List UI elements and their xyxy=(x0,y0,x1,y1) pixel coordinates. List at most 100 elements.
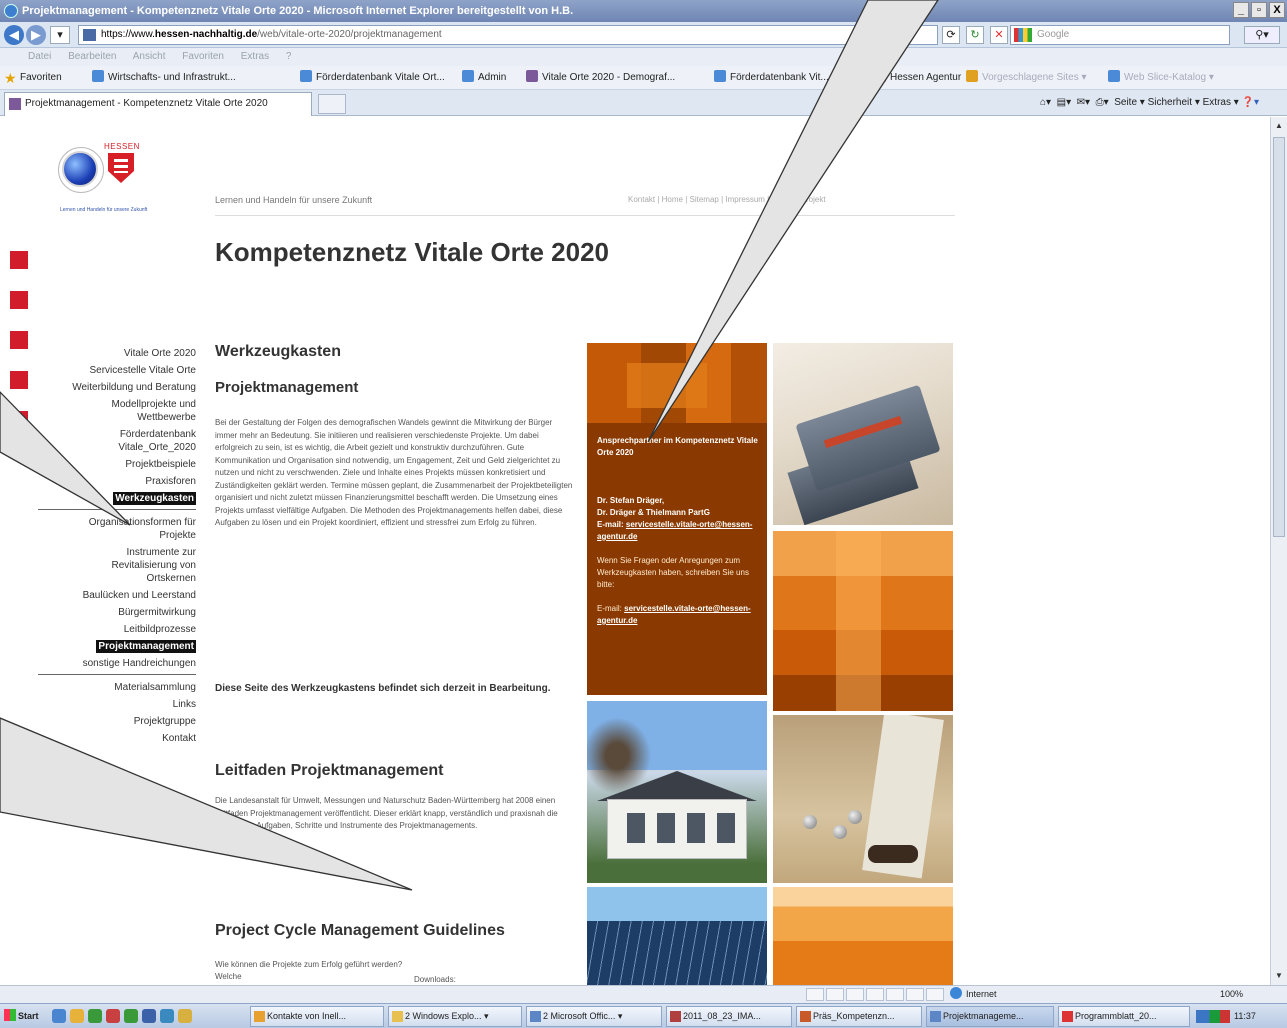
refresh-icon[interactable]: ⟳ xyxy=(942,26,960,44)
document-icon xyxy=(670,1011,681,1022)
favorite-item[interactable]: Förderdatenbank Vitale Ort... xyxy=(300,66,445,89)
suggested-sites-icon xyxy=(966,70,978,82)
sidebar-item-werkzeugkasten[interactable]: Werkzeugkasten xyxy=(113,492,196,505)
close-button[interactable]: X xyxy=(1269,2,1285,18)
status-note: Diese Seite des Werkzeugkastens befindet… xyxy=(215,683,551,694)
taskbar-button[interactable]: 2011_08_23_IMA... xyxy=(666,1006,792,1027)
window-titlebar: Projektmanagement - Kompetenznetz Vitale… xyxy=(0,0,1287,22)
feeds-icon[interactable]: ▤▾ xyxy=(1057,97,1071,108)
quicklaunch-icon[interactable] xyxy=(178,1009,192,1023)
favorites-star-icon[interactable]: ★ xyxy=(4,71,17,85)
sidebar-item-bauluecken[interactable]: Baulücken und Leerstand xyxy=(30,589,196,602)
scroll-down-icon[interactable]: ▼ xyxy=(1273,969,1285,983)
contact-box: Ansprechpartner im Kompetenznetz Vitale … xyxy=(587,343,767,695)
favorite-item[interactable]: Vorgeschlagene Sites ▾ xyxy=(966,66,1087,89)
sidebar-item-kontakt[interactable]: Kontakt xyxy=(30,732,196,745)
contact-heading: Ansprechpartner im Kompetenznetz Vitale … xyxy=(597,436,758,457)
favorite-item[interactable]: Förderdatenbank Vit... xyxy=(714,66,829,89)
help-icon[interactable]: ❓▾ xyxy=(1242,97,1259,108)
quicklaunch-icon[interactable] xyxy=(52,1009,66,1023)
maximize-button[interactable]: ▫ xyxy=(1251,2,1267,18)
taskbar-button[interactable]: 2 Microsoft Offic... ▾ xyxy=(526,1006,662,1027)
sidebar-item-weiterbildung[interactable]: Weiterbildung und Beratung xyxy=(30,381,196,394)
address-bar[interactable]: https://www.hessen-nachhaltig.de/web/vit… xyxy=(78,25,938,45)
sidebar-item-servicestelle[interactable]: Servicestelle Vitale Orte xyxy=(30,364,196,377)
contact-email2-line: E-mail: servicestelle.vitale-orte@hessen… xyxy=(597,604,751,625)
favorites-button[interactable]: Favoriten xyxy=(20,66,62,89)
security-zone[interactable]: Internet xyxy=(950,986,997,1003)
menu-bar[interactable]: Datei Bearbeiten Ansicht Favoriten Extra… xyxy=(0,48,1287,66)
quicklaunch-icon[interactable] xyxy=(124,1009,138,1023)
orange-mosaic-image xyxy=(587,343,767,423)
orange-mosaic-image xyxy=(773,531,953,711)
favorite-item[interactable]: Vitale Orte 2020 - Demograf... xyxy=(526,66,675,89)
home-icon[interactable]: ⌂▾ xyxy=(1040,97,1051,108)
zoom-level[interactable]: 100% xyxy=(1220,986,1243,1003)
top-navigation[interactable]: Kontakt | Home | Sitemap | Impressum | S… xyxy=(628,195,826,204)
status-segment xyxy=(886,988,904,1001)
sidebar-item-praxisforen[interactable]: Praxisforen xyxy=(30,475,196,488)
dropdown-history-icon[interactable]: ▾ xyxy=(50,26,70,44)
contacts-icon xyxy=(254,1011,265,1022)
sidebar-item-instrumente[interactable]: Instrumente zur Revitalisierung von Orts… xyxy=(30,546,197,585)
sidebar-item-organisationsformen[interactable]: Organisationsformen für Projekte xyxy=(30,516,196,542)
sidebar-item-leitbildprozesse[interactable]: Leitbildprozesse xyxy=(30,623,196,636)
sidebar-item-projektgruppe[interactable]: Projektgruppe xyxy=(30,715,196,728)
stop-icon[interactable]: ✕ xyxy=(990,26,1008,44)
tab-active[interactable]: Projektmanagement - Kompetenznetz Vitale… xyxy=(4,92,312,116)
quicklaunch-icon[interactable] xyxy=(70,1009,84,1023)
system-tray-icons[interactable] xyxy=(1196,1010,1230,1023)
leitfaden-paragraph: Die Landesanstalt für Umwelt, Messungen … xyxy=(215,795,575,845)
vertical-scrollbar[interactable]: ▲ ▼ xyxy=(1270,117,1287,985)
toolbox-photo xyxy=(773,343,953,525)
command-bar[interactable]: ⌂▾ ▤▾ ✉▾ ⎙▾ Seite ▾ Sicherheit ▾ Extras … xyxy=(1040,90,1259,116)
sidebar-item-vitale-orte[interactable]: Vitale Orte 2020 xyxy=(30,347,196,360)
favorite-item[interactable]: Web Slice-Katalog ▾ xyxy=(1108,66,1214,89)
print-icon[interactable]: ⎙▾ xyxy=(1096,97,1109,108)
window-title: Projektmanagement - Kompetenznetz Vitale… xyxy=(22,5,574,17)
leitfaden-link[interactable]: zum Leitfaden xyxy=(227,834,277,843)
forward-arrow-icon[interactable]: ▶ xyxy=(26,25,46,45)
status-segment xyxy=(826,988,844,1001)
back-arrow-icon[interactable]: ◀ xyxy=(4,25,24,45)
quicklaunch-icon[interactable] xyxy=(160,1009,174,1023)
sidebar-item-links[interactable]: Links xyxy=(30,698,196,711)
sidebar-item-projektbeispiele[interactable]: Projektbeispiele xyxy=(30,458,196,471)
globe-logo-icon[interactable] xyxy=(58,147,104,193)
taskbar-button[interactable]: Präs_Kompetenzn... xyxy=(796,1006,922,1027)
taskbar-button[interactable]: 2 Windows Explo... ▾ xyxy=(388,1006,522,1027)
scroll-up-icon[interactable]: ▲ xyxy=(1273,119,1285,133)
sidebar-item-foerderdatenbank[interactable]: Förderdatenbank Vitale_Orte_2020 xyxy=(30,428,196,454)
office-icon xyxy=(530,1011,541,1022)
sidebar-item-projektmanagement[interactable]: Projektmanagement xyxy=(96,640,196,653)
sidebar-item-handreichungen[interactable]: sonstige Handreichungen xyxy=(30,657,196,670)
sidebar-item-buergermitwirkung[interactable]: Bürgermitwirkung xyxy=(30,606,196,619)
sidebar-item-modellprojekte[interactable]: Modellprojekte und Wettbewerbe xyxy=(30,398,197,424)
favorite-item[interactable]: Wirtschafts- und Infrastrukt... xyxy=(92,66,236,89)
page-title: Kompetenznetz Vitale Orte 2020 xyxy=(215,237,609,267)
compatibility-icon[interactable]: ↻ xyxy=(966,26,984,44)
favorite-item[interactable]: Hessen Agentur xyxy=(874,66,961,89)
new-tab-button[interactable] xyxy=(318,94,346,114)
quicklaunch-icon[interactable] xyxy=(88,1009,102,1023)
quicklaunch-icon[interactable] xyxy=(142,1009,156,1023)
taskbar-button-active[interactable]: Projektmanageme... xyxy=(926,1006,1054,1027)
taskbar-button[interactable]: Kontakte von Inell... xyxy=(250,1006,384,1027)
mail-icon[interactable]: ✉▾ xyxy=(1077,97,1090,108)
command-menus[interactable]: Seite ▾ Sicherheit ▾ Extras ▾ xyxy=(1114,97,1239,108)
sidebar-item-materialsammlung[interactable]: Materialsammlung xyxy=(30,681,196,694)
taskbar-button[interactable]: Programmblatt_20... xyxy=(1058,1006,1190,1027)
minimize-button[interactable]: _ xyxy=(1233,2,1249,18)
search-button[interactable]: ⚲▾ xyxy=(1244,26,1280,44)
link-prefix: >> xyxy=(215,833,227,843)
url-prefix: https://www. xyxy=(101,29,155,40)
pdf-icon xyxy=(1062,1011,1073,1022)
ie-icon xyxy=(4,4,18,18)
solar-panel-photo xyxy=(587,887,767,985)
start-button[interactable]: Start xyxy=(2,1006,40,1027)
quicklaunch-icon[interactable] xyxy=(106,1009,120,1023)
clock[interactable]: 11:37 xyxy=(1234,1004,1256,1028)
scrollbar-thumb[interactable] xyxy=(1273,137,1285,537)
search-input[interactable]: Google xyxy=(1010,25,1230,45)
favorite-item[interactable]: Admin xyxy=(462,66,506,89)
